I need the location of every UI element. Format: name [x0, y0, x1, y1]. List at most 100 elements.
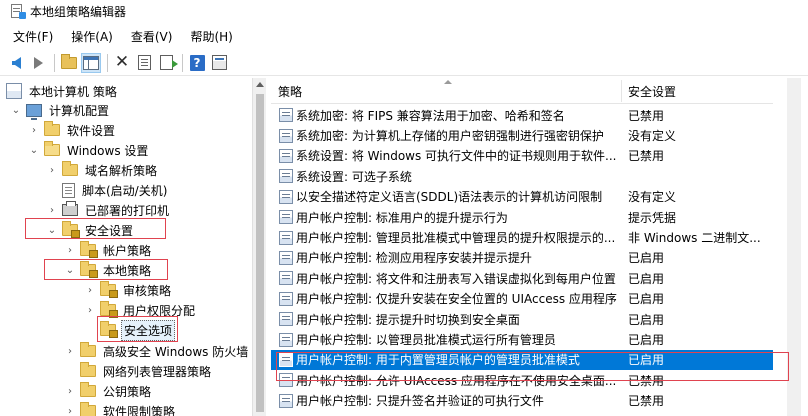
menu-action[interactable]: 操作(A) — [62, 27, 122, 47]
security-setting-value: 已启用 — [628, 292, 665, 307]
delete-x-icon: ✕ — [114, 52, 130, 72]
scrollbar-thumb[interactable] — [256, 94, 264, 412]
scroll-up-arrow-icon[interactable] — [256, 82, 264, 87]
expand-chevron-icon[interactable]: › — [46, 164, 58, 176]
collapse-chevron-icon[interactable]: ⌄ — [46, 224, 58, 236]
back-arrow-icon — [11, 56, 21, 69]
tree-item-public-key[interactable]: › 公钥策略 — [64, 381, 153, 401]
expand-chevron-icon[interactable]: › — [64, 405, 76, 416]
tree-item-security-options[interactable]: 安全选项 — [100, 319, 176, 341]
expand-chevron-icon[interactable]: › — [46, 204, 58, 216]
expand-chevron-icon[interactable]: › — [84, 284, 96, 296]
policy-row[interactable]: 系统设置: 可选子系统 — [271, 166, 773, 186]
policy-name: 以安全描述符定义语言(SDDL)语法表示的计算机访问限制 — [296, 190, 603, 205]
tree-item-root[interactable]: 本地计算机 策略 — [6, 81, 119, 101]
security-setting-value: 已启用 — [628, 312, 665, 327]
tree-scrollbar[interactable] — [252, 78, 266, 416]
policy-row[interactable]: 用户帐户控制: 提示提升时切换到安全桌面 已启用 — [271, 309, 773, 329]
policy-setting-icon — [279, 189, 293, 204]
policy-setting-icon — [279, 108, 293, 123]
policy-row[interactable]: 用户帐户控制: 标准用户的提升提示行为 提示凭据 — [271, 207, 773, 227]
show-action-pane-button[interactable] — [209, 53, 229, 73]
folder-icon — [80, 342, 96, 357]
policy-setting-icon — [279, 271, 293, 286]
tree-item-advanced-firewall[interactable]: › 高级安全 Windows 防火墙 — [64, 341, 250, 361]
policy-row-selected[interactable]: 用户帐户控制: 用于内置管理员帐户的管理员批准模式 已启用 — [271, 349, 773, 371]
policy-setting-icon — [279, 169, 293, 184]
policy-row[interactable]: 系统加密: 为计算机上存储的用户密钥强制进行强密钥保护 没有定义 — [271, 125, 773, 145]
policy-name: 用户帐户控制: 以管理员批准模式运行所有管理员 — [296, 333, 556, 348]
policy-row[interactable]: 用户帐户控制: 仅提升安装在安全位置的 UIAccess 应用程序 已启用 — [271, 289, 773, 309]
tree-label: 审核策略 — [123, 283, 172, 298]
tree-item-local-policies[interactable]: ⌄ 本地策略 — [64, 260, 153, 280]
tree-item-software-settings[interactable]: › 软件设置 — [28, 120, 117, 140]
policy-editor-icon — [10, 4, 26, 19]
folder-icon — [80, 362, 96, 377]
policy-row[interactable]: 系统设置: 将 Windows 可执行文件中的证书规则用于软件... 已禁用 — [271, 146, 773, 166]
policy-row[interactable]: 用户帐户控制: 将文件和注册表写入错误虚拟化到每用户位置 已启用 — [271, 268, 773, 288]
security-folder-icon — [100, 321, 118, 338]
tree-item-dns-policy[interactable]: › 域名解析策略 — [46, 160, 159, 180]
tree-label: 网络列表管理器策略 — [103, 364, 212, 379]
tree-label: 安全设置 — [85, 223, 134, 238]
expand-chevron-icon[interactable]: › — [84, 304, 96, 316]
collapse-chevron-icon[interactable]: ⌄ — [64, 264, 76, 276]
policy-row[interactable]: 用户帐户控制: 管理员批准模式中管理员的提升权限提示的... 非 Windows … — [271, 227, 773, 247]
collapse-chevron-icon[interactable]: ⌄ — [28, 144, 40, 156]
tree-item-scripts[interactable]: 脚本(启动/关机) — [62, 180, 169, 200]
list-header: 策略 安全设置 — [271, 78, 808, 104]
policy-name: 系统加密: 为计算机上存储的用户密钥强制进行强密钥保护 — [296, 129, 604, 144]
menu-view[interactable]: 查看(V) — [122, 27, 182, 47]
menu-help[interactable]: 帮助(H) — [181, 27, 241, 47]
security-folder-icon — [100, 281, 118, 298]
tree-item-account-policies[interactable]: › 帐户策略 — [64, 240, 153, 260]
policy-row[interactable]: 用户帐户控制: 检测应用程序安装并提示提升 已启用 — [271, 248, 773, 268]
properties-button[interactable] — [134, 53, 154, 73]
policy-row[interactable]: 以安全描述符定义语言(SDDL)语法表示的计算机访问限制 没有定义 — [271, 187, 773, 207]
tree-label: 用户权限分配 — [123, 303, 196, 318]
up-folder-button[interactable] — [59, 53, 79, 73]
export-icon — [159, 55, 178, 70]
computer-icon — [26, 103, 42, 120]
help-button[interactable]: ? — [187, 53, 207, 73]
expand-chevron-icon[interactable]: › — [64, 244, 76, 256]
tree-item-computer-config[interactable]: ⌄ 计算机配置 — [10, 100, 111, 120]
script-icon — [62, 182, 75, 198]
policy-name: 系统设置: 将 Windows 可执行文件中的证书规则用于软件... — [296, 149, 617, 164]
policy-name: 系统加密: 将 FIPS 兼容算法用于加密、哈希和签名 — [296, 108, 565, 123]
policy-row[interactable]: 用户帐户控制: 允许 UIAccess 应用程序在不使用安全桌面... 已禁用 — [271, 370, 773, 390]
security-setting-value: 非 Windows 二进制文... — [628, 231, 761, 246]
tree-item-network-list[interactable]: 网络列表管理器策略 — [80, 361, 213, 381]
tree-item-printers[interactable]: › 已部署的打印机 — [46, 200, 171, 220]
tree-item-security-settings[interactable]: ⌄ 安全设置 — [46, 220, 135, 240]
toolbar: ✕ ? — [0, 50, 808, 76]
security-setting-value: 已禁用 — [628, 108, 665, 123]
policy-row[interactable]: 用户帐户控制: 以管理员批准模式运行所有管理员 已启用 — [271, 329, 773, 349]
policy-row[interactable]: 系统加密: 将 FIPS 兼容算法用于加密、哈希和签名 已禁用 — [271, 105, 773, 125]
policy-setting-icon — [279, 332, 293, 347]
tree-label: 本地计算机 策略 — [29, 84, 117, 99]
tree-item-windows-settings[interactable]: ⌄ Windows 设置 — [28, 140, 150, 160]
forward-button[interactable] — [28, 53, 48, 73]
expand-chevron-icon[interactable]: › — [28, 124, 40, 136]
security-setting-value: 已启用 — [628, 271, 665, 286]
toolbar-separator — [54, 53, 55, 72]
expand-chevron-icon[interactable]: › — [64, 385, 76, 397]
tree-item-audit-policy[interactable]: › 审核策略 — [84, 280, 173, 300]
policy-row[interactable]: 用户帐户控制: 只提升签名并验证的可执行文件 已禁用 — [271, 391, 773, 411]
menu-file[interactable]: 文件(F) — [4, 27, 62, 47]
tree-item-user-rights[interactable]: › 用户权限分配 — [84, 300, 197, 320]
back-button[interactable] — [6, 53, 26, 73]
delete-button[interactable]: ✕ — [112, 53, 132, 73]
tree-item-software-restriction[interactable]: › 软件限制策略 — [64, 401, 177, 416]
printer-icon — [62, 201, 78, 216]
column-header-policy[interactable]: 策略 — [271, 78, 621, 104]
security-setting-value: 已禁用 — [628, 373, 665, 388]
expand-chevron-icon[interactable]: › — [64, 345, 76, 357]
security-folder-icon — [100, 301, 118, 318]
collapse-chevron-icon[interactable]: ⌄ — [10, 104, 22, 116]
show-hide-tree-button[interactable] — [81, 52, 101, 73]
list-scrollbar[interactable] — [787, 78, 801, 416]
export-list-button[interactable] — [156, 53, 178, 73]
column-header-setting[interactable]: 安全设置 — [621, 78, 773, 104]
